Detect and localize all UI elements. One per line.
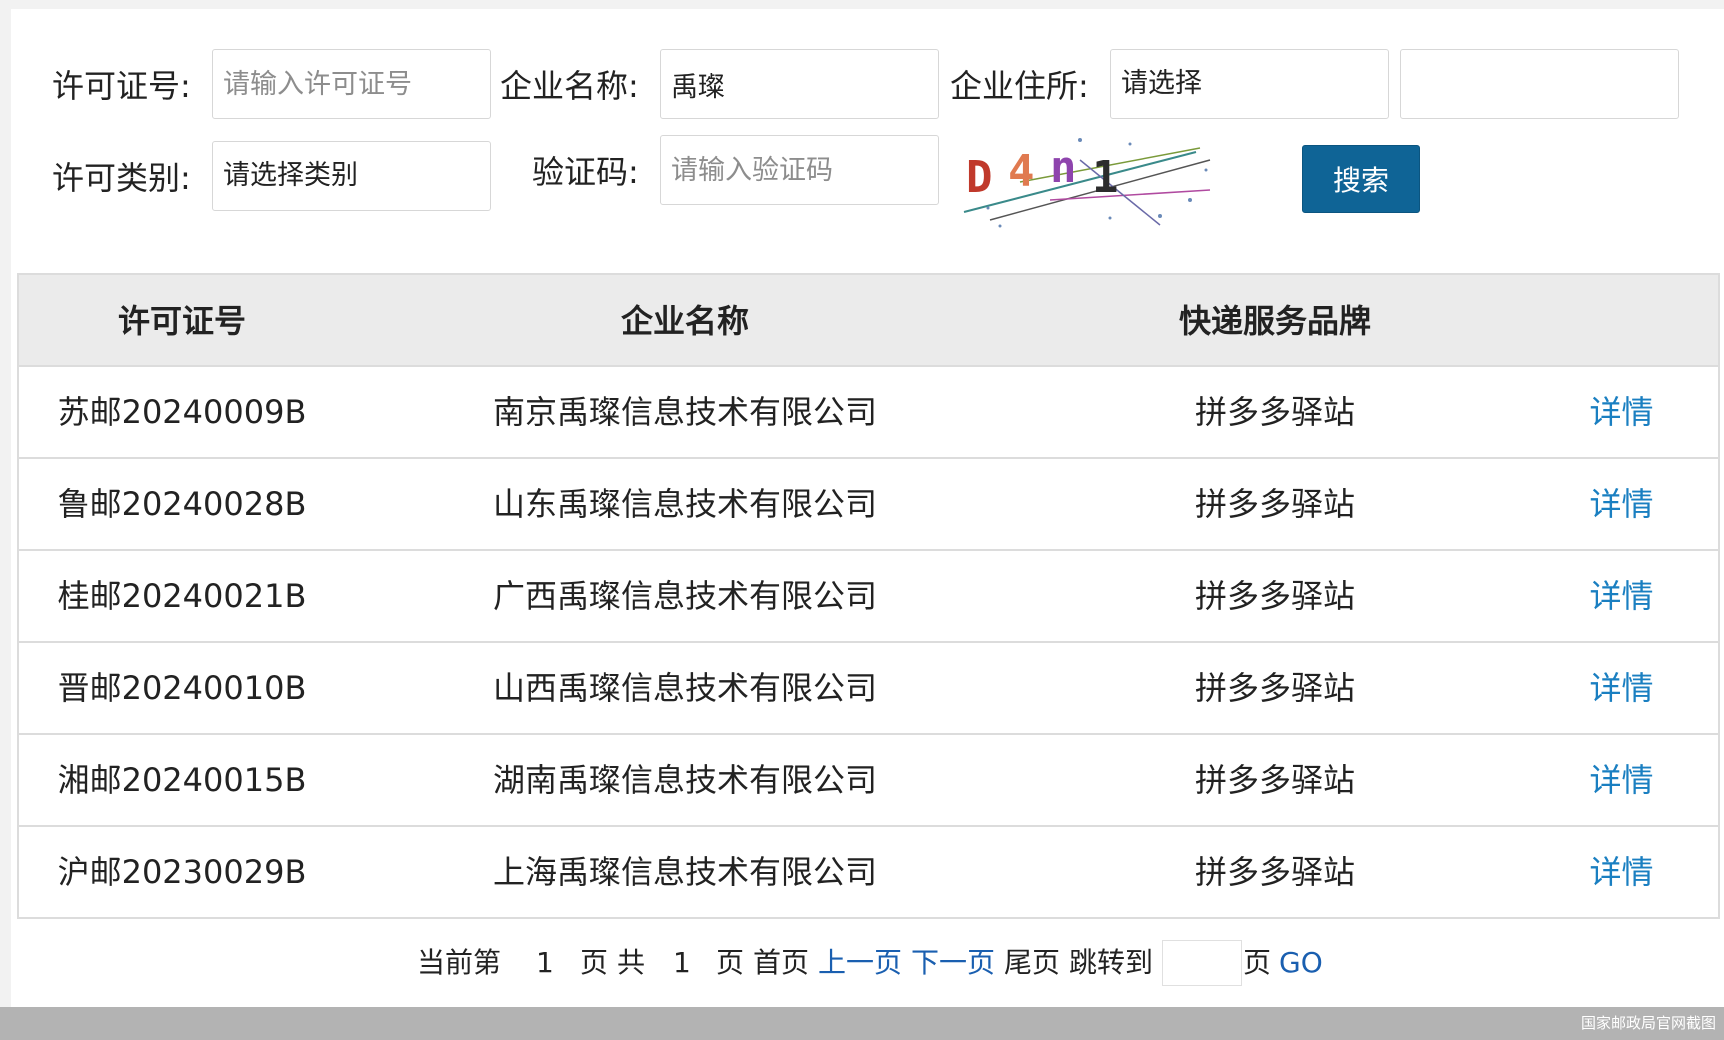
company-name-input[interactable] (660, 49, 939, 119)
pager-total-pages: 1 (673, 946, 691, 979)
pagination: 当前第 1 页 共 1 页 首页 上一页 下一页 尾页 跳转到 页 GO (0, 940, 1724, 986)
pager-jump-to: 跳转到 (1069, 946, 1154, 979)
cell-brand: 拼多多驿站 (1194, 393, 1355, 431)
captcha-label: 验证码: (532, 153, 639, 191)
pager-page-word-2: 页 (716, 946, 745, 979)
details-link[interactable]: 详情 (1525, 735, 1718, 825)
license-no-label: 许可证号: (52, 67, 191, 105)
license-type-label: 许可类别: (52, 159, 191, 197)
cell-license-no: 沪邮20230029B (57, 853, 307, 891)
cell-license-no: 晋邮20240010B (57, 669, 307, 707)
pager-go-button[interactable]: GO (1279, 940, 1323, 986)
license-no-input[interactable] (212, 49, 491, 119)
cell-company-name: 山东禹璨信息技术有限公司 (492, 485, 877, 523)
table-row: 湘邮20240015B 湖南禹璨信息技术有限公司 拼多多驿站 详情 (19, 735, 1718, 827)
cell-brand: 拼多多驿站 (1194, 853, 1355, 891)
cell-brand: 拼多多驿站 (1194, 761, 1355, 799)
pager-page-word-3: 页 (1243, 946, 1272, 979)
details-link[interactable]: 详情 (1525, 827, 1718, 917)
pager-current-prefix: 当前第 (417, 946, 502, 979)
pager-next-link[interactable]: 下一页 (911, 940, 995, 986)
cell-company-name: 上海禹璨信息技术有限公司 (492, 853, 877, 891)
search-button[interactable]: 搜索 (1302, 145, 1420, 213)
pager-total-prefix: 共 (617, 946, 646, 979)
table-row: 桂邮20240021B 广西禹璨信息技术有限公司 拼多多驿站 详情 (19, 551, 1718, 643)
watermark: 国家邮政局官网截图 (1580, 1014, 1716, 1032)
cell-company-name: 南京禹璨信息技术有限公司 (492, 393, 877, 431)
details-link[interactable]: 详情 (1525, 551, 1718, 641)
header-license-no: 许可证号 (117, 302, 246, 340)
table-row: 苏邮20240009B 南京禹璨信息技术有限公司 拼多多驿站 详情 (19, 367, 1718, 459)
cell-company-name: 山西禹璨信息技术有限公司 (492, 669, 877, 707)
cell-license-no: 湘邮20240015B (57, 761, 307, 799)
cell-license-no: 苏邮20240009B (57, 393, 307, 431)
table-row: 沪邮20230029B 上海禹璨信息技术有限公司 拼多多驿站 详情 (19, 827, 1718, 919)
page-jump-input[interactable] (1162, 940, 1242, 986)
captcha-image[interactable]: D 4 n 1 (960, 130, 1216, 230)
table-header: 许可证号 企业名称 快递服务品牌 (19, 275, 1718, 367)
address-detail-input[interactable] (1400, 49, 1679, 119)
captcha-char: D (966, 152, 993, 203)
results-table: 许可证号 企业名称 快递服务品牌 苏邮20240009B 南京禹璨信息技术有限公… (17, 273, 1720, 919)
captcha-char: 4 (1008, 146, 1035, 197)
address-province-select[interactable]: 请选择 (1110, 49, 1389, 119)
table-row: 鲁邮20240028B 山东禹璨信息技术有限公司 拼多多驿站 详情 (19, 459, 1718, 551)
captcha-char: 1 (1092, 152, 1119, 203)
pager-current-page: 1 (536, 946, 554, 979)
captcha-input[interactable] (660, 135, 939, 205)
cell-brand: 拼多多驿站 (1194, 577, 1355, 615)
captcha-char: n (1050, 142, 1077, 193)
details-link[interactable]: 详情 (1525, 643, 1718, 733)
header-brand: 快递服务品牌 (1178, 302, 1371, 340)
cell-brand: 拼多多驿站 (1194, 485, 1355, 523)
header-company-name: 企业名称 (620, 302, 749, 340)
company-address-label: 企业住所: (950, 67, 1089, 105)
cell-license-no: 鲁邮20240028B (57, 485, 307, 523)
pager-first[interactable]: 首页 (753, 940, 809, 986)
details-link[interactable]: 详情 (1525, 459, 1718, 549)
cell-company-name: 广西禹璨信息技术有限公司 (492, 577, 877, 615)
pager-prev-link[interactable]: 上一页 (818, 940, 902, 986)
details-link[interactable]: 详情 (1525, 367, 1718, 457)
header-action (1525, 275, 1718, 367)
license-type-select[interactable]: 请选择类别 (212, 141, 491, 211)
pager-last[interactable]: 尾页 (1004, 940, 1060, 986)
company-name-label: 企业名称: (500, 67, 639, 105)
cell-license-no: 桂邮20240021B (57, 577, 307, 615)
footer-bar: 国家邮政局官网截图 (0, 1007, 1724, 1040)
cell-brand: 拼多多驿站 (1194, 669, 1355, 707)
cell-company-name: 湖南禹璨信息技术有限公司 (492, 761, 877, 799)
pager-page-word: 页 (580, 946, 609, 979)
table-row: 晋邮20240010B 山西禹璨信息技术有限公司 拼多多驿站 详情 (19, 643, 1718, 735)
